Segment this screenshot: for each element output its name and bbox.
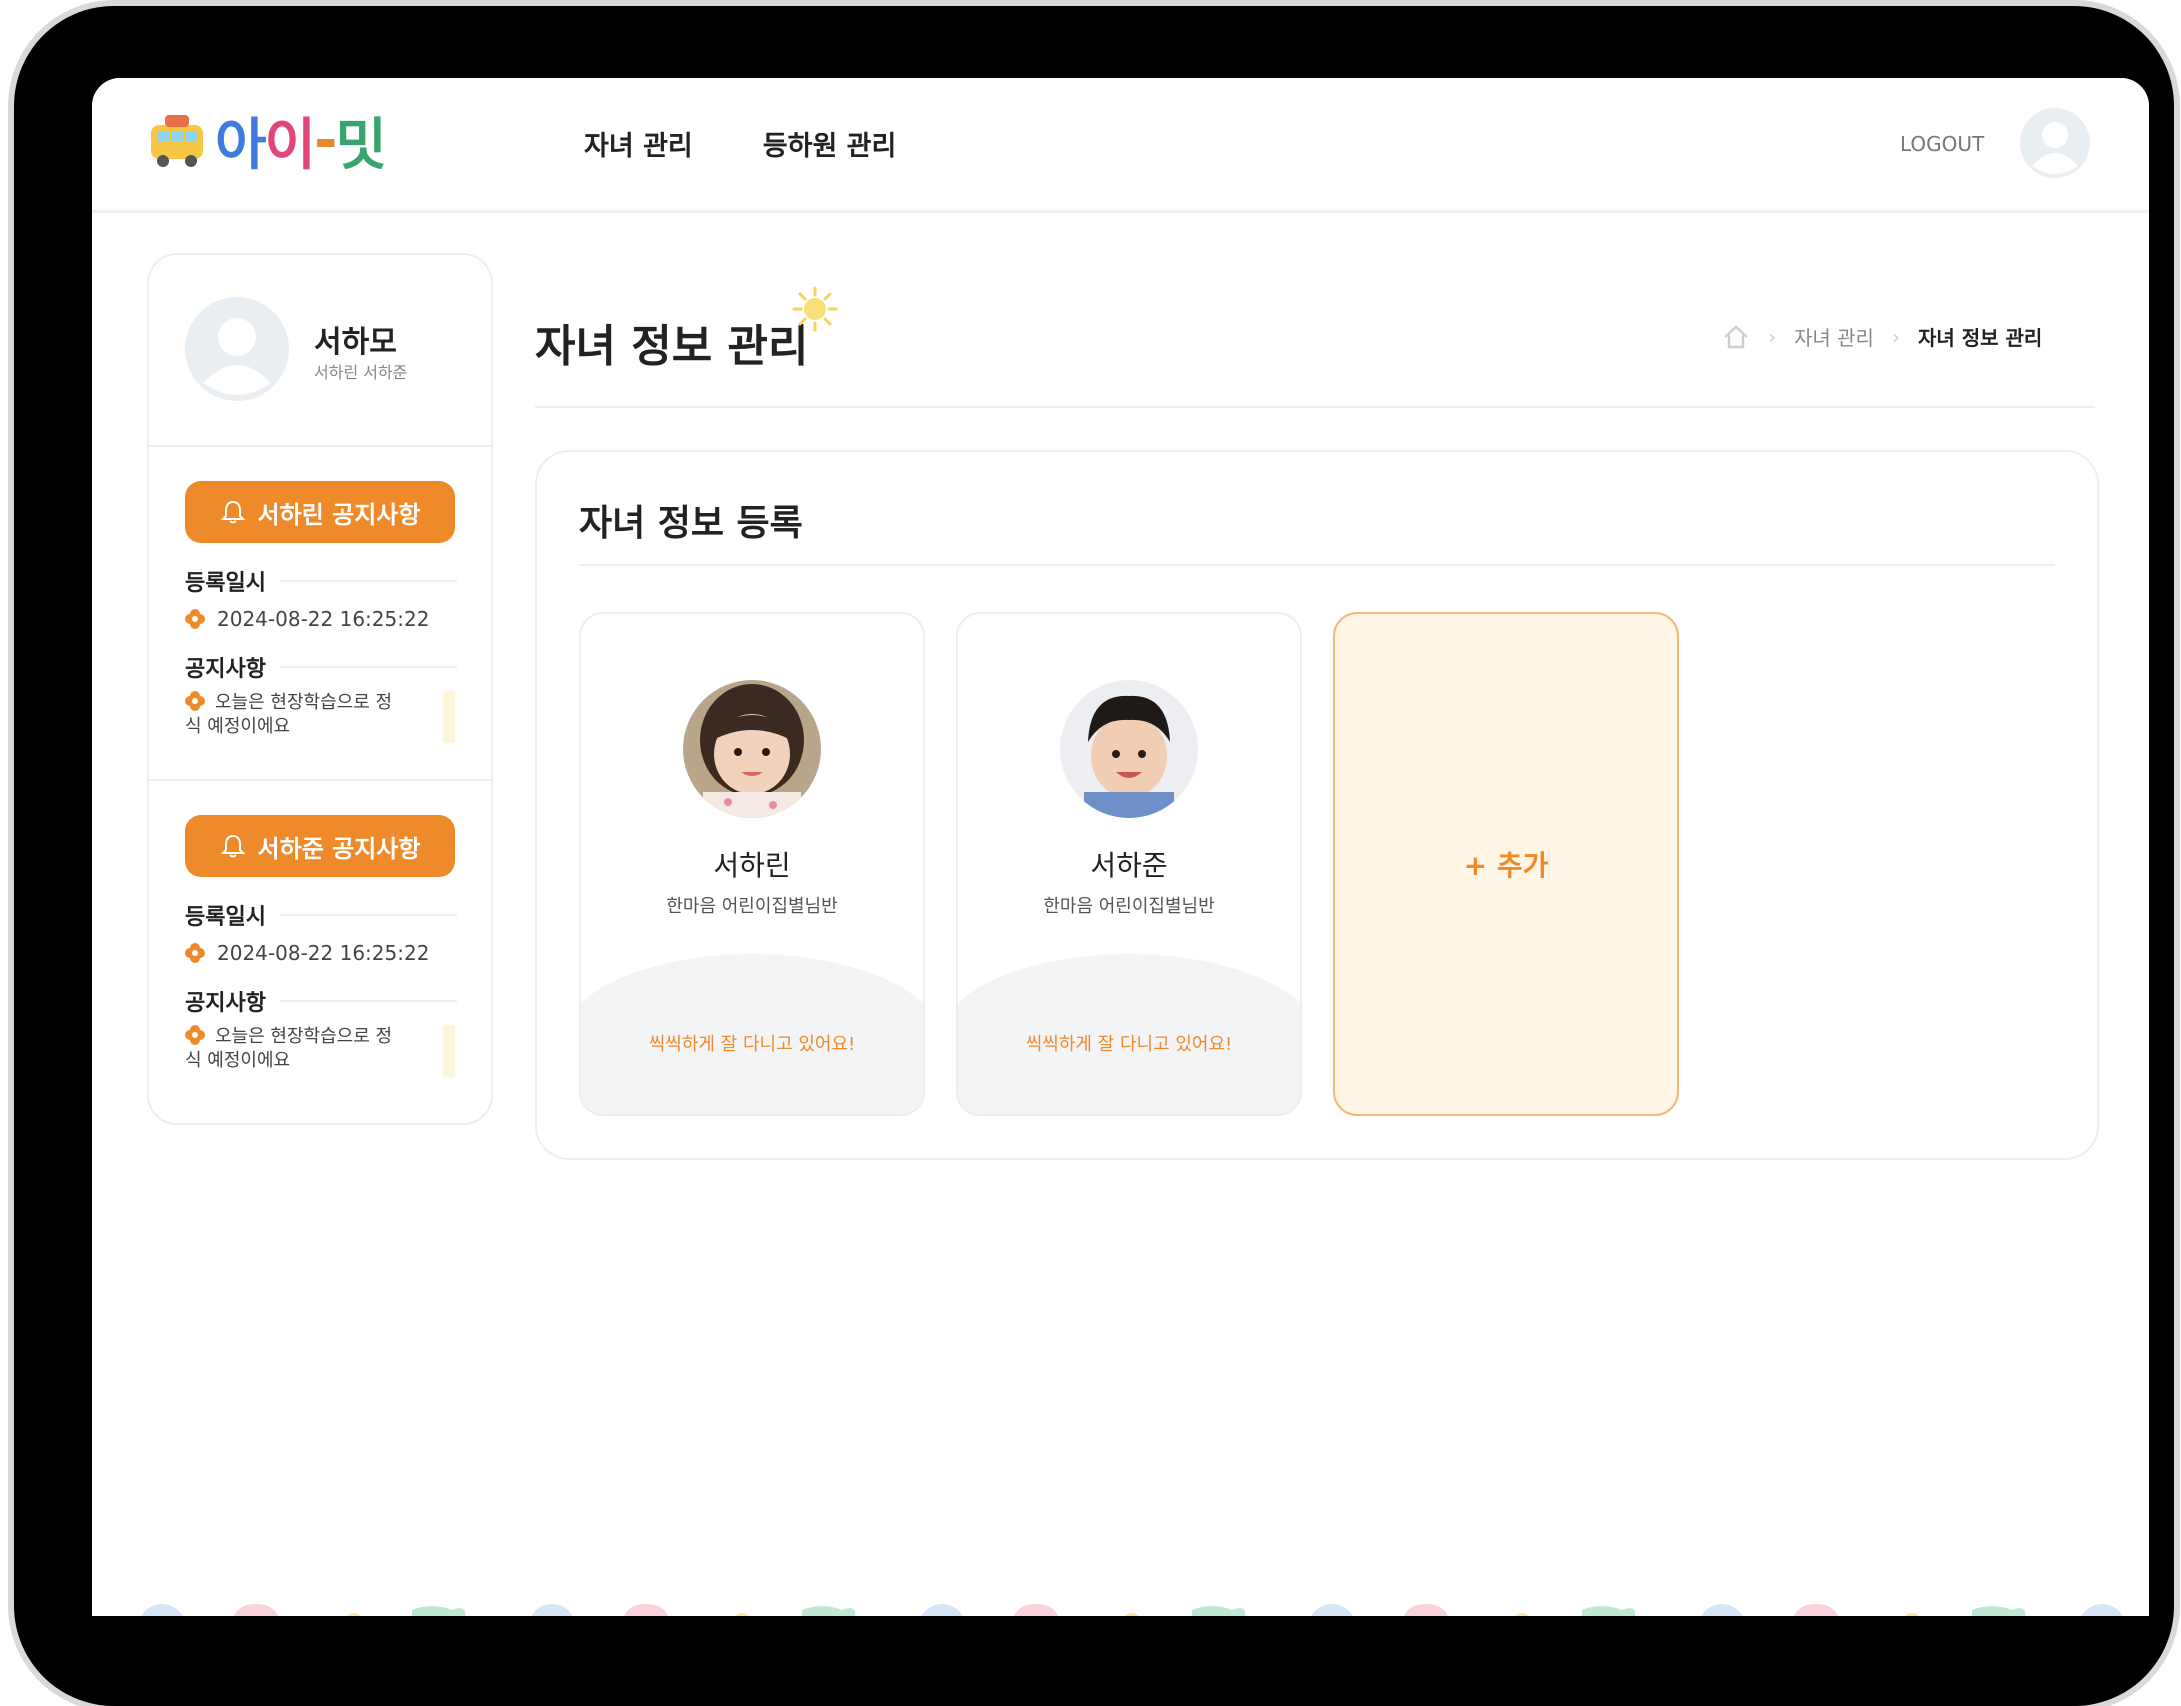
title-divider bbox=[535, 406, 2095, 408]
breadcrumb: › 자녀 관리 › 자녀 정보 관리 bbox=[1722, 322, 2042, 351]
nav-child-management[interactable]: 자녀 관리 bbox=[584, 124, 693, 163]
notice-button-label: 서하준 공지사항 bbox=[257, 834, 421, 863]
date-label: 등록일시 bbox=[185, 571, 266, 596]
logo-wordmark: 아이-밋 bbox=[215, 107, 387, 178]
date-label-row: 등록일시 bbox=[185, 899, 457, 931]
child-status: 씩씩하게 잘 다니고 있어요! bbox=[648, 1034, 856, 1055]
decorative-shapes-row bbox=[141, 1604, 2123, 1616]
notice-label: 공지사항 bbox=[185, 991, 266, 1016]
panel-title: 자녀 정보 등록 bbox=[579, 503, 803, 544]
date-label: 등록일시 bbox=[185, 905, 266, 930]
sun-icon bbox=[792, 286, 838, 332]
notice-label-row: 공지사항 bbox=[185, 651, 457, 683]
date-value: 2024-08-22 16:25:22 bbox=[217, 607, 430, 631]
flower-icon bbox=[185, 691, 205, 711]
child-class: 한마음 어린이집별님반 bbox=[666, 896, 838, 917]
flower-icon bbox=[185, 609, 205, 629]
main-nav: 자녀 관리 등하원 관리 bbox=[584, 124, 896, 163]
add-child-button[interactable]: + 추가 bbox=[1333, 612, 1679, 1116]
notice-scrollbar[interactable] bbox=[443, 691, 455, 743]
child-name: 서하린 bbox=[713, 849, 791, 882]
app-screen: 아이-밋 자녀 관리 등하원 관리 LOGOUT 서하모 서하린 서하준 서하린… bbox=[92, 78, 2149, 1616]
child-class: 한마음 어린이집별님반 bbox=[1043, 896, 1215, 917]
bus-logo-icon bbox=[151, 115, 203, 167]
notice-block-2: 서하준 공지사항 등록일시 2024-08-22 16:25:22 공지사항 오… bbox=[149, 779, 491, 1113]
notice-value: 오늘은 현장학습으로 정식 예정이에요 bbox=[185, 692, 393, 737]
breadcrumb-item-child-management[interactable]: 자녀 관리 bbox=[1794, 322, 1874, 351]
tablet-frame: 아이-밋 자녀 관리 등하원 관리 LOGOUT 서하모 서하린 서하준 서하린… bbox=[14, 6, 2174, 1706]
notice-text: 오늘은 현장학습으로 정식 예정이에요 bbox=[185, 691, 405, 739]
child-photo-boy bbox=[1060, 680, 1198, 818]
logout-button[interactable]: LOGOUT bbox=[1900, 132, 1984, 156]
panel-divider bbox=[579, 564, 2055, 566]
nav-attendance-management[interactable]: 등하원 관리 bbox=[763, 124, 897, 163]
app-logo[interactable]: 아이-밋 bbox=[147, 100, 387, 180]
notice-button-1[interactable]: 서하린 공지사항 bbox=[185, 481, 455, 543]
date-value: 2024-08-22 16:25:22 bbox=[217, 941, 430, 965]
profile-name: 서하모 bbox=[314, 325, 397, 360]
bell-icon bbox=[220, 834, 245, 858]
flower-icon bbox=[185, 943, 205, 963]
notice-block-1: 서하린 공지사항 등록일시 2024-08-22 16:25:22 공지사항 오… bbox=[149, 447, 491, 779]
child-registration-panel: 자녀 정보 등록 서하린 한마음 어린이집별님반 씩씩하게 잘 다니고 있어요!… bbox=[535, 450, 2099, 1160]
date-label-row: 등록일시 bbox=[185, 565, 457, 597]
user-avatar-icon[interactable] bbox=[2020, 108, 2090, 178]
child-name: 서하준 bbox=[1090, 849, 1168, 882]
notice-value: 오늘은 현장학습으로 정식 예정이에요 bbox=[185, 1026, 393, 1071]
top-header: 아이-밋 자녀 관리 등하원 관리 LOGOUT bbox=[92, 78, 2149, 213]
notice-button-2[interactable]: 서하준 공지사항 bbox=[185, 815, 455, 877]
notice-scrollbar[interactable] bbox=[443, 1025, 455, 1077]
profile-children: 서하린 서하준 bbox=[314, 363, 408, 382]
home-icon[interactable] bbox=[1722, 324, 1750, 350]
bell-icon bbox=[220, 500, 245, 524]
page-title: 자녀 정보 관리 bbox=[535, 321, 809, 372]
child-photo-girl bbox=[683, 680, 821, 818]
profile-card: 서하모 서하린 서하준 bbox=[149, 255, 491, 447]
notice-label: 공지사항 bbox=[185, 657, 266, 682]
notice-text: 오늘은 현장학습으로 정식 예정이에요 bbox=[185, 1025, 405, 1073]
child-card-2[interactable]: 서하준 한마음 어린이집별님반 씩씩하게 잘 다니고 있어요! bbox=[956, 612, 1302, 1116]
breadcrumb-separator: › bbox=[1768, 324, 1776, 349]
notice-label-row: 공지사항 bbox=[185, 985, 457, 1017]
flower-icon bbox=[185, 1025, 205, 1045]
child-card-1[interactable]: 서하린 한마음 어린이집별님반 씩씩하게 잘 다니고 있어요! bbox=[579, 612, 925, 1116]
breadcrumb-item-current: 자녀 정보 관리 bbox=[1917, 326, 2043, 350]
notice-button-label: 서하린 공지사항 bbox=[257, 500, 421, 529]
date-value-row: 2024-08-22 16:25:22 bbox=[185, 941, 429, 965]
breadcrumb-separator: › bbox=[1891, 324, 1900, 349]
profile-avatar-icon bbox=[185, 297, 289, 401]
date-value-row: 2024-08-22 16:25:22 bbox=[185, 607, 429, 631]
sidebar: 서하모 서하린 서하준 서하린 공지사항 등록일시 2024-08-22 16:… bbox=[147, 253, 493, 1125]
child-status: 씩씩하게 잘 다니고 있어요! bbox=[1025, 1034, 1233, 1055]
